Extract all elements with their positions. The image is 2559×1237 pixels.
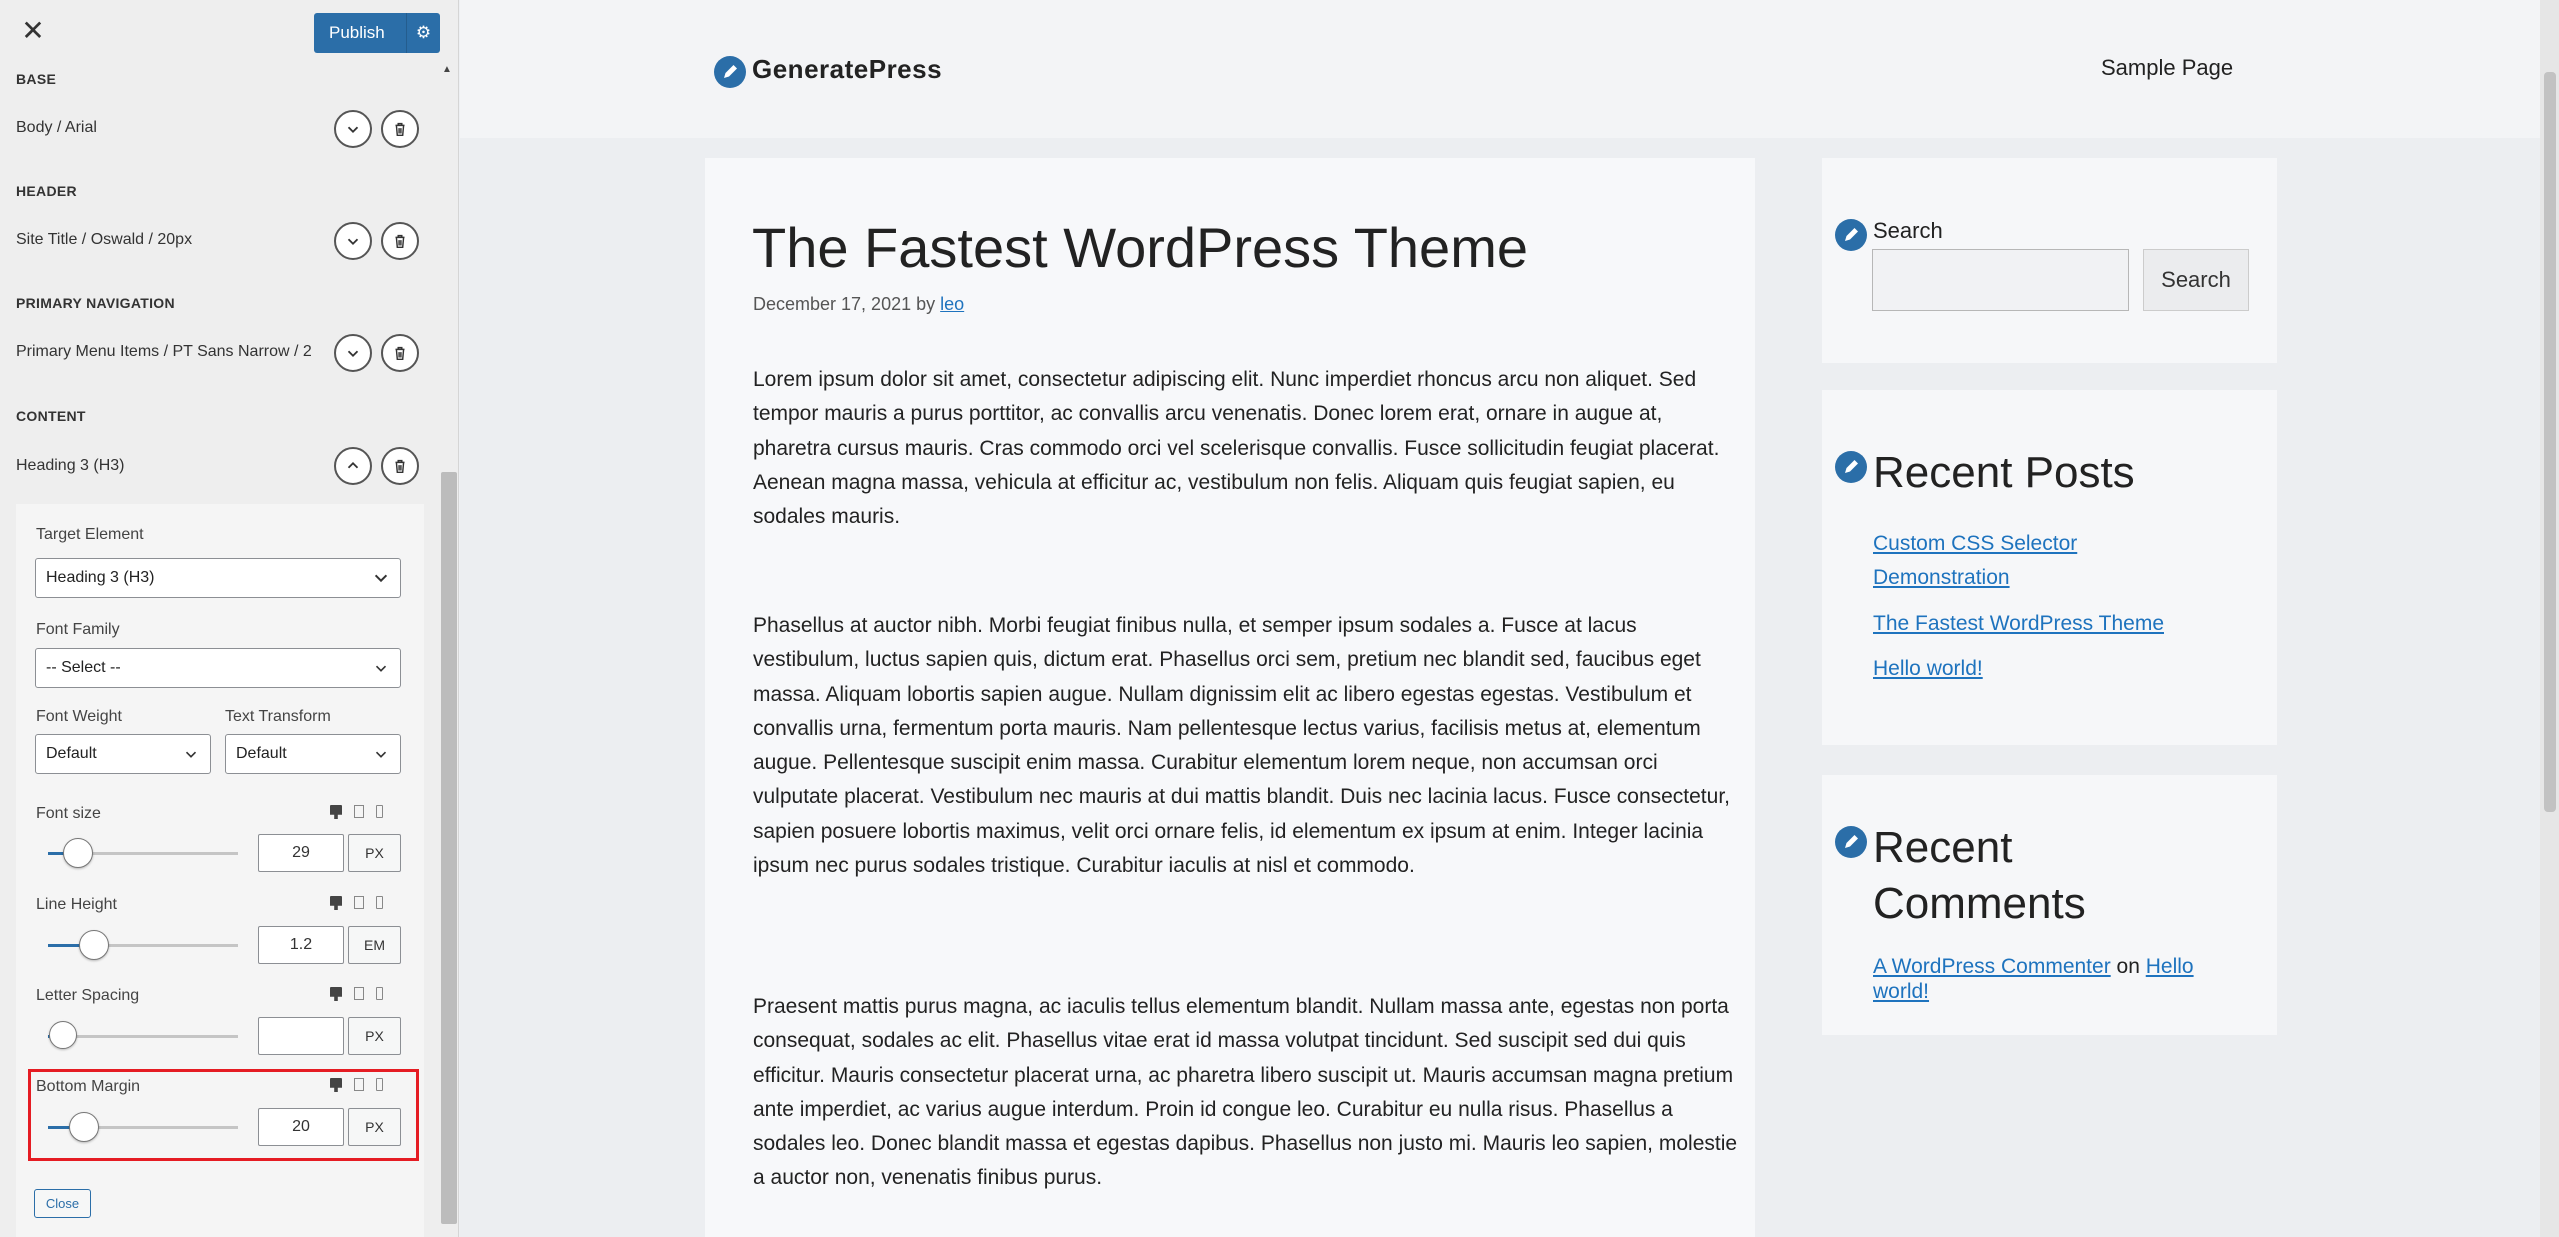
comment-author-link[interactable]: A WordPress Commenter [1873,955,2111,978]
edit-pencil-icon[interactable] [1834,218,1868,252]
delete-primary-menu-trash-icon[interactable] [381,334,419,372]
line-height-slider-track[interactable] [48,944,238,947]
line-height-label: Line Height [36,896,117,913]
recent-comment-item: A WordPress Commenter on Hello world! [1873,954,2203,1004]
section-title-base: BASE [16,71,57,87]
tablet-icon[interactable] [354,987,364,1000]
chevron-down-icon [374,574,388,583]
text-transform-select[interactable]: Default [225,734,401,774]
recent-post-link[interactable]: Custom CSS Selector Demonstration [1873,527,2133,595]
sidebar-scrollbar-thumb[interactable] [441,472,457,1224]
font-size-input[interactable]: 29 [258,834,344,872]
customizer-header: ✕ Publish ⚙ [0,0,458,64]
expand-primary-menu-chevron-down-icon[interactable] [334,334,372,372]
target-element-value: Heading 3 (H3) [46,569,155,586]
scroll-up-arrow-icon[interactable]: ▲ [442,64,454,76]
typography-item-primary-menu[interactable]: Primary Menu Items / PT Sans Narrow / 2 [16,343,330,361]
post-meta: December 17, 2021 by leo [753,294,964,315]
expand-body-chevron-down-icon[interactable] [334,110,372,148]
line-height-unit-button[interactable]: EM [348,926,401,964]
edit-pencil-icon[interactable] [1834,825,1868,859]
chevron-down-icon [185,751,197,758]
tablet-icon[interactable] [354,805,364,818]
chevron-down-icon [375,665,387,672]
close-customizer-icon[interactable]: ✕ [18,14,48,48]
letter-spacing-label: Letter Spacing [36,987,140,1004]
delete-site-title-trash-icon[interactable] [381,222,419,260]
letter-spacing-input[interactable] [258,1017,344,1055]
post-date: December 17, 2021 [753,294,912,314]
post-by: by [916,294,936,314]
post-paragraph: Praesent mattis purus magna, ac iaculis … [753,995,1738,1190]
site-preview: GeneratePress Sample Page The Fastest Wo… [460,0,2559,1237]
delete-heading-3-trash-icon[interactable] [381,447,419,485]
letter-spacing-device-toggles [330,987,383,1001]
publish-label: Publish [329,23,385,42]
nav-item-sample-page[interactable]: Sample Page [2101,55,2233,81]
post-author-link[interactable]: leo [940,294,964,314]
publish-button[interactable]: Publish ⚙ [314,13,440,53]
section-title-primary-navigation: PRIMARY NAVIGATION [16,295,175,311]
publish-settings-gear-icon[interactable]: ⚙ [406,13,440,53]
text-transform-value: Default [236,745,287,762]
font-size-unit-button[interactable]: PX [348,834,401,872]
text-transform-label: Text Transform [225,708,331,725]
desktop-icon[interactable] [330,805,342,819]
search-input[interactable] [1872,249,2129,311]
letter-spacing-slider-handle[interactable] [49,1021,78,1049]
search-button[interactable]: Search [2143,249,2249,311]
font-weight-value: Default [46,745,97,762]
line-height-device-toggles [330,896,383,910]
site-title[interactable]: GeneratePress [752,54,942,85]
desktop-icon[interactable] [330,896,342,910]
site-header: GeneratePress Sample Page [460,0,2540,138]
font-size-device-toggles [330,805,383,819]
search-label: Search [1873,218,1943,243]
mobile-icon[interactable] [376,987,383,1000]
typography-item-body[interactable]: Body / Arial [16,119,326,137]
tablet-icon[interactable] [354,896,364,909]
target-element-label: Target Element [36,526,144,543]
recent-post-link[interactable]: The Fastest WordPress Theme [1873,607,2164,641]
preview-scrollbar-thumb[interactable] [2544,72,2556,812]
target-element-select[interactable]: Heading 3 (H3) [35,558,401,598]
section-title-header: HEADER [16,183,77,199]
comment-on: on [2116,955,2140,978]
font-weight-label: Font Weight [36,708,122,725]
font-family-value: -- Select -- [46,659,121,676]
chevron-down-icon [375,751,387,758]
pencil-icon [714,56,746,88]
typography-item-heading-3[interactable]: Heading 3 (H3) [16,457,326,475]
letter-spacing-unit-button[interactable]: PX [348,1017,401,1055]
section-title-content: CONTENT [16,408,86,424]
post-paragraph: Lorem ipsum dolor sit amet, consectetur … [753,368,1720,529]
font-weight-select[interactable]: Default [35,734,211,774]
typography-item-site-title[interactable]: Site Title / Oswald / 20px [16,231,326,249]
delete-body-trash-icon[interactable] [381,110,419,148]
recent-posts-title: Recent Posts [1873,448,2135,497]
recent-post-link[interactable]: Hello world! [1873,652,1983,686]
font-family-label: Font Family [36,621,120,638]
line-height-slider-handle[interactable] [78,930,109,960]
post-paragraph: Phasellus at auctor nibh. Morbi feugiat … [753,614,1730,878]
close-panel-button[interactable]: Close [34,1189,91,1218]
font-family-select[interactable]: -- Select -- [35,648,401,688]
mobile-icon[interactable] [376,805,383,818]
edit-pencil-icon[interactable] [1834,450,1868,484]
font-size-label: Font size [36,805,101,822]
post-title: The Fastest WordPress Theme [752,216,1528,279]
expand-site-title-chevron-down-icon[interactable] [334,222,372,260]
desktop-icon[interactable] [330,987,342,1001]
line-height-input[interactable]: 1.2 [258,926,344,964]
mobile-icon[interactable] [376,896,383,909]
recent-comments-title: Recent Comments [1873,823,2086,928]
collapse-heading-3-chevron-up-icon[interactable] [334,447,372,485]
bottom-margin-highlight-box [28,1069,419,1161]
customizer-sidebar: ✕ Publish ⚙ ▲ BASE Body / Arial HEADER S… [0,0,459,1237]
